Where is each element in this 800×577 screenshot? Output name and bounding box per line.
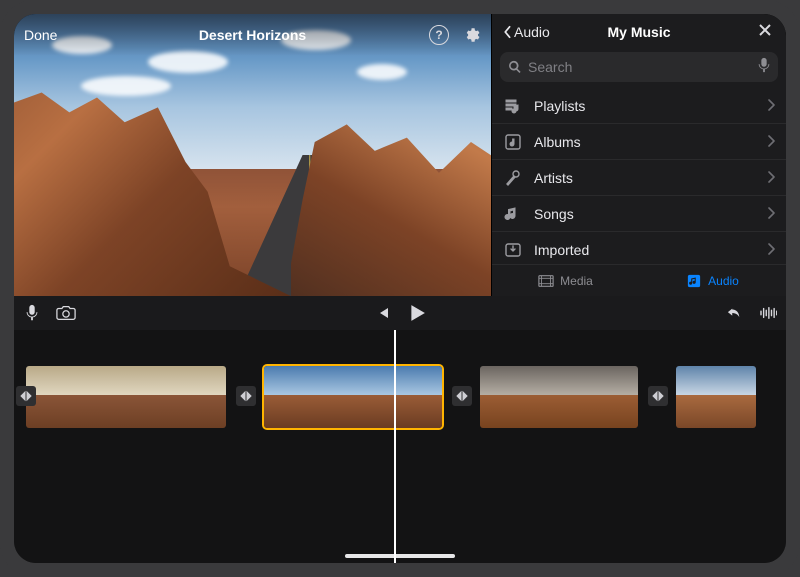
music-category-list: Playlists Albums Artists [492,88,786,264]
chevron-right-icon [768,243,776,255]
skip-back-icon[interactable] [373,303,393,323]
chevron-right-icon [768,135,776,147]
video-preview: Done Desert Horizons ? [14,14,491,296]
transition-icon[interactable] [452,386,472,406]
timeline-clip[interactable] [26,366,226,428]
preview-frame [14,14,491,296]
category-label: Imported [534,242,589,258]
tab-media[interactable]: Media [492,265,639,296]
timeline-toolbar [14,296,786,330]
timeline-clip-selected[interactable] [264,366,442,428]
category-label: Artists [534,170,573,186]
chevron-left-icon [502,25,512,39]
timeline[interactable] [14,330,786,563]
home-indicator [345,554,455,558]
close-panel-button[interactable] [758,23,776,41]
transition-icon[interactable] [648,386,668,406]
tab-media-label: Media [560,274,593,288]
timeline-clip[interactable] [480,366,638,428]
search-icon [508,60,522,74]
category-label: Albums [534,134,581,150]
undo-icon[interactable] [724,303,744,323]
chevron-right-icon [768,171,776,183]
media-browser-panel: Audio My Music [491,14,786,296]
audio-note-icon [686,274,702,288]
album-icon [504,133,522,151]
category-label: Songs [534,206,574,222]
timeline-clip[interactable] [676,366,756,428]
category-playlists[interactable]: Playlists [492,88,786,124]
audio-waveform-icon[interactable] [758,303,778,323]
chevron-right-icon [768,99,776,111]
category-albums[interactable]: Albums [492,124,786,160]
transition-icon[interactable] [236,386,256,406]
transition-icon[interactable] [16,386,36,406]
search-input[interactable] [528,59,752,75]
settings-gear-icon[interactable] [461,25,481,45]
import-icon [504,241,522,259]
play-icon[interactable] [407,303,427,323]
voiceover-mic-icon[interactable] [22,303,42,323]
camera-icon[interactable] [56,303,76,323]
category-label: Playlists [534,98,585,114]
tab-audio-label: Audio [708,274,739,288]
done-button[interactable]: Done [24,27,57,43]
filmstrip-icon [538,274,554,288]
category-artists[interactable]: Artists [492,160,786,196]
list-music-icon [504,97,522,115]
music-note-icon [504,205,522,223]
category-songs[interactable]: Songs [492,196,786,232]
back-label: Audio [514,24,550,40]
search-field[interactable] [500,52,778,82]
close-icon [758,23,772,37]
project-title: Desert Horizons [14,27,491,43]
category-imported[interactable]: Imported [492,232,786,264]
back-button[interactable]: Audio [502,24,550,40]
chevron-right-icon [768,207,776,219]
microphone-icon [504,169,522,187]
tab-audio[interactable]: Audio [639,265,786,296]
playhead[interactable] [394,330,396,563]
help-icon[interactable]: ? [429,25,449,45]
dictation-mic-icon[interactable] [758,57,770,78]
